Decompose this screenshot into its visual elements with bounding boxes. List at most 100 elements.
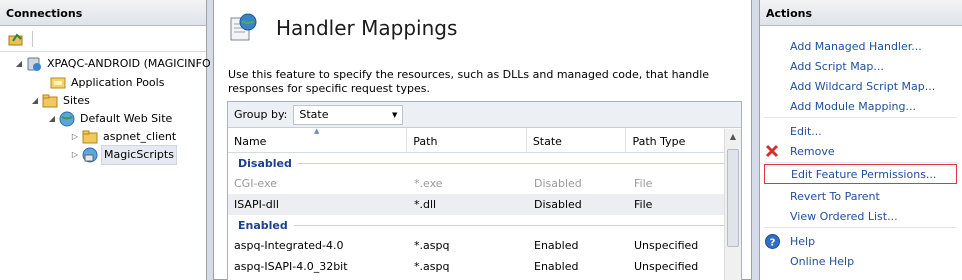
tree-item-sites[interactable]: ◢ Sites: [30, 92, 92, 110]
column-header-label: Path: [413, 135, 438, 148]
tree-item-label: XPAQC-ANDROID (MAGICINFO: [47, 57, 211, 70]
help-icon: ?: [764, 233, 780, 249]
cell-path-type: File: [634, 177, 653, 190]
group-divider: [297, 162, 731, 164]
globe-icon: [59, 111, 75, 127]
add-managed-handler-link[interactable]: Add Managed Handler...: [764, 36, 957, 56]
edit-feature-permissions-link[interactable]: Edit Feature Permissions...: [764, 164, 957, 184]
blank-icon: [764, 253, 780, 269]
add-wildcard-script-map-link[interactable]: Add Wildcard Script Map...: [764, 76, 957, 96]
tree-item-label: Default Web Site: [80, 112, 173, 125]
add-script-map-link[interactable]: Add Script Map...: [764, 56, 957, 76]
connections-toolbar: [0, 26, 206, 52]
feature-pane: Handler Mappings Use this feature to spe…: [213, 0, 752, 280]
column-headers: Name ▲ Path State Path Type: [228, 127, 741, 153]
tree-item-magicscripts[interactable]: ▷ MagicScripts: [70, 145, 177, 165]
action-label: Add Managed Handler...: [790, 39, 922, 53]
action-label: Edit...: [790, 124, 822, 138]
blank-icon: [764, 208, 780, 224]
tree-item-label: Application Pools: [71, 76, 165, 89]
dropdown-arrow-icon: ▼: [392, 110, 398, 119]
cell-state: Disabled: [534, 198, 582, 211]
blank-icon: [764, 123, 780, 139]
handler-mappings-icon: [228, 12, 258, 44]
cell-name: ISAPI-dll: [234, 198, 279, 211]
table-row[interactable]: aspq-ISAPI-4.0_32bit *.aspq Enabled Unsp…: [228, 256, 741, 277]
sort-ascending-icon: ▲: [314, 127, 320, 135]
view-ordered-list-link[interactable]: View Ordered List...: [764, 206, 957, 226]
group-by-select[interactable]: State ▼: [293, 104, 404, 125]
group-by-label: Group by:: [234, 108, 288, 121]
cell-name: aspq-Integrated-4.0: [234, 239, 344, 252]
cell-state: Enabled: [534, 260, 579, 273]
remove-x-icon: [764, 143, 780, 159]
connections-pane: Connections ◢ XPAQC-ANDROID (MAGICINFO A…: [0, 0, 211, 280]
remove-link[interactable]: Remove: [764, 141, 957, 161]
tree-item-aspnet-client[interactable]: ▷ aspnet_client: [70, 128, 178, 146]
group-header-disabled[interactable]: Disabled: [228, 153, 741, 173]
connect-icon[interactable]: [8, 32, 24, 46]
feature-description: Use this feature to specify the resource…: [228, 68, 710, 95]
scrollbar-thumb[interactable]: [727, 149, 739, 247]
folder-icon: [82, 129, 98, 145]
actions-separator: [764, 227, 957, 228]
table-row[interactable]: aspq-Integrated-4.0 *.aspq Enabled Unspe…: [228, 235, 741, 256]
toolbar-separator: [32, 30, 33, 47]
collapse-icon[interactable]: ◢: [47, 110, 57, 128]
column-header-name[interactable]: Name ▲: [228, 127, 408, 152]
cell-state: Disabled: [534, 177, 582, 190]
group-divider: [293, 224, 731, 226]
vertical-scrollbar[interactable]: ▲: [724, 129, 741, 280]
cell-path-type: File: [634, 198, 653, 211]
server-icon: [26, 56, 42, 72]
cell-path-type: Unspecified: [634, 260, 699, 273]
actions-separator: [764, 162, 957, 163]
collapse-icon[interactable]: ◢: [30, 92, 40, 110]
help-link[interactable]: ? Help: [764, 231, 957, 251]
connections-header: Connections: [0, 0, 206, 26]
blank-icon: [764, 98, 780, 114]
column-header-label: Name: [234, 135, 267, 148]
add-module-mapping-link[interactable]: Add Module Mapping...: [764, 96, 957, 116]
edit-link[interactable]: Edit...: [764, 121, 957, 141]
group-header-enabled[interactable]: Enabled: [228, 215, 741, 235]
feature-title-row: Handler Mappings: [228, 12, 457, 44]
column-header-label: State: [532, 135, 562, 148]
tree-item-label: MagicScripts: [101, 145, 177, 165]
sites-folder-icon: [42, 93, 58, 109]
cell-path-type: Unspecified: [634, 239, 699, 252]
table-row[interactable]: CGI-exe *.exe Disabled File: [228, 173, 741, 194]
blank-icon: [765, 166, 781, 182]
tree-item-server[interactable]: ◢ XPAQC-ANDROID (MAGICINFO: [14, 55, 213, 73]
group-by-bar: Group by: State ▼: [228, 102, 741, 128]
cell-path: *.aspq: [414, 239, 450, 252]
group-header-label: Enabled: [238, 218, 288, 232]
table-row[interactable]: ISAPI-dll *.dll Disabled File: [228, 194, 741, 215]
column-header-label: Path Type: [632, 135, 686, 148]
cell-path: *.dll: [414, 198, 437, 211]
revert-to-parent-link[interactable]: Revert To Parent: [764, 186, 957, 206]
group-header-label: Disabled: [238, 156, 292, 170]
cell-state: Enabled: [534, 239, 579, 252]
page-title: Handler Mappings: [276, 16, 458, 40]
blank-icon: [764, 78, 780, 94]
tree-item-label: aspnet_client: [103, 130, 177, 143]
blank-icon: [764, 58, 780, 74]
svg-text:?: ?: [769, 237, 775, 248]
actions-header: Actions: [760, 0, 962, 26]
actions-pane: Actions Add Managed Handler... Add Scrip…: [759, 0, 962, 280]
blank-icon: [764, 38, 780, 54]
tree-item-default-web-site[interactable]: ◢ Default Web Site: [47, 110, 174, 128]
blank-icon: [764, 188, 780, 204]
collapse-icon[interactable]: ◢: [14, 55, 24, 73]
expand-icon[interactable]: ▷: [70, 146, 80, 164]
column-header-path[interactable]: Path: [407, 128, 527, 152]
tree-item-application-pools[interactable]: Application Pools: [38, 74, 166, 92]
cell-path: *.aspq: [414, 260, 450, 273]
expand-icon[interactable]: ▷: [70, 128, 80, 146]
handler-mappings-grid: Group by: State ▼ Name ▲ Path State Path…: [227, 101, 742, 280]
column-header-state[interactable]: State: [527, 128, 627, 152]
action-label: Remove: [790, 144, 835, 158]
scroll-up-icon[interactable]: ▲: [725, 129, 741, 145]
online-help-link[interactable]: Online Help: [764, 251, 957, 271]
